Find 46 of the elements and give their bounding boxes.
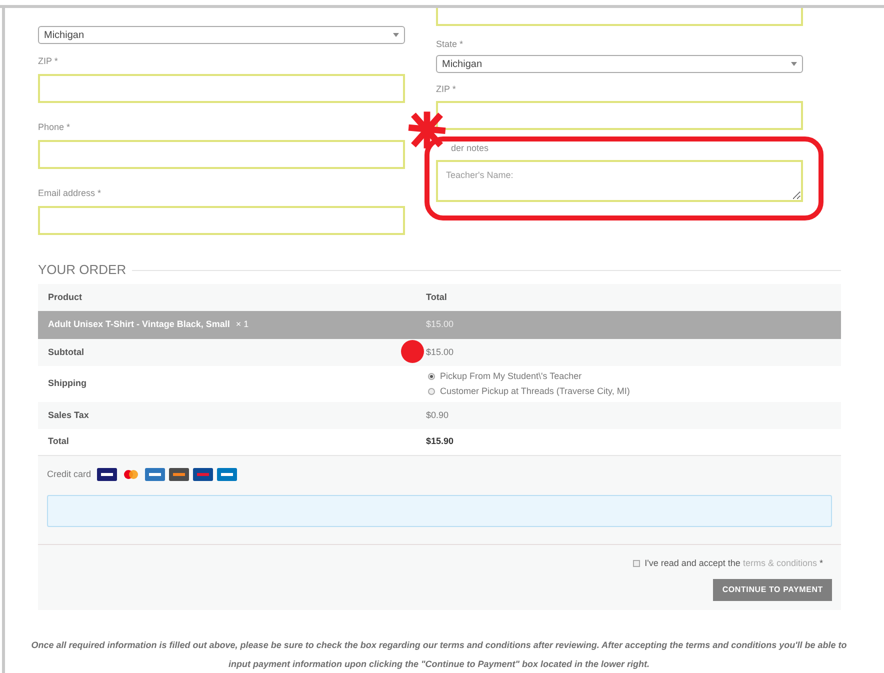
column-header: Product [48,290,82,304]
radio-button[interactable] [428,373,435,380]
radio-button[interactable] [428,388,435,395]
payment-card-icon [169,468,190,482]
payment-card-icon [145,468,166,482]
table-cell-text: Shipping [48,377,86,390]
table-cell-text: $15.00 [426,346,454,359]
field-label: ZIP * [38,55,59,67]
table-cell-text: Total [48,435,69,448]
terms-text: I've read and accept the terms & conditions * [644,556,823,570]
table-cell-text: $0.90 [426,408,449,422]
field-label: ZIP * [436,83,457,95]
input-field[interactable] [38,140,405,169]
field-label: Phone * [38,121,72,133]
caret-icon [393,33,399,37]
payment-card-icon [217,468,238,482]
footnote-text: Once all required information is filled out above, please be sure to check the box regarding our terms and conditions after reviewing. After accepting the terms and conditions you'll be able to input payment information upon clicking the "Continue to Payment" box located in the lower right. [30,639,848,671]
continue-button[interactable]: CONTINUE TO PAYMENT [713,579,832,601]
state-select[interactable]: Michigan [38,26,405,44]
table-cell-text: Adult Unisex T-Shirt - Vintage Black, Small [48,318,230,332]
input-field[interactable] [436,8,803,26]
field-label: State * [436,38,464,50]
terms-checkbox[interactable] [632,560,640,567]
radio-label: Customer Pickup at Threads (Traverse City, MI) [440,384,630,398]
table-cell-text: $15.90 [426,435,454,448]
input-field[interactable] [38,74,405,103]
terms-link[interactable]: terms & conditions [742,558,817,568]
caret-icon [791,62,797,66]
table-cell-text: Subtotal [48,346,84,359]
column-header: Total [426,290,447,304]
payment-card-icon [97,468,118,482]
card-input-field[interactable] [47,494,832,526]
table-cell-text: $15.00 [426,318,454,332]
payment-method-label[interactable]: Credit card [47,468,92,482]
annotation-asterisk-drawing [407,110,447,150]
input-field[interactable] [38,206,405,235]
section-heading: YOUR ORDER [38,262,126,278]
quantity-text: × 1 [236,318,249,332]
table-cell-text: Sales Tax [48,408,89,422]
state-select[interactable]: Michigan [436,55,803,73]
input-field[interactable] [436,101,803,130]
field-label: Email address * [38,187,102,199]
payment-card-icon [193,468,214,482]
order-notes-field[interactable]: Teacher's Name: [436,160,803,202]
field-label: der notes [451,142,489,154]
radio-label: Pickup From My Student\'s Teacher [440,370,582,383]
